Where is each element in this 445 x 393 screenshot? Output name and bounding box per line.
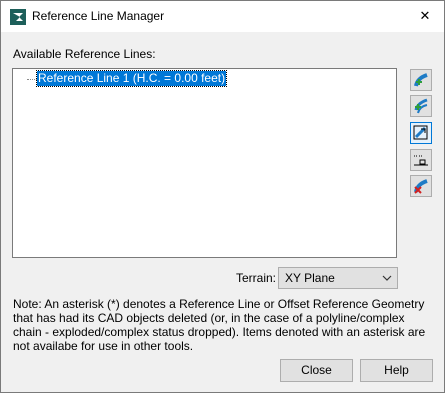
edit-reference-line-icon <box>413 125 428 140</box>
reference-lines-list[interactable]: Reference Line 1 (H.C. = 0.00 feet) <box>12 68 397 258</box>
list-item[interactable]: Reference Line 1 (H.C. = 0.00 feet) <box>35 70 228 87</box>
delete-reference-line-icon <box>414 179 428 194</box>
close-button[interactable]: Close <box>280 359 353 382</box>
asterisk-note: Note: An asterisk (*) denotes a Referenc… <box>13 297 426 353</box>
window-title: Reference Line Manager <box>32 9 165 23</box>
add-reference-line-button[interactable] <box>410 69 432 91</box>
add-reference-line-icon <box>414 73 428 87</box>
reference-line-properties-icon <box>414 155 428 166</box>
edit-reference-line-button[interactable] <box>410 122 432 144</box>
available-lines-label: Available Reference Lines: <box>13 47 156 61</box>
add-offset-reference-icon <box>414 98 428 114</box>
help-button[interactable]: Help <box>360 359 433 382</box>
terrain-selected-value: XY Plane <box>285 271 335 285</box>
title-bar: Reference Line Manager ✕ <box>1 1 444 32</box>
reference-line-manager-dialog: Reference Line Manager ✕ Available Refer… <box>0 0 445 393</box>
tree-connector <box>27 79 37 80</box>
close-window-button[interactable]: ✕ <box>412 4 438 28</box>
chevron-down-icon <box>382 275 392 281</box>
delete-reference-line-button[interactable] <box>410 175 432 197</box>
reference-line-properties-button[interactable] <box>410 149 432 171</box>
terrain-select[interactable]: XY Plane <box>278 267 398 289</box>
app-logo-icon <box>10 9 26 25</box>
terrain-label: Terrain: <box>236 271 277 285</box>
close-icon: ✕ <box>419 8 431 23</box>
add-offset-reference-button[interactable] <box>410 95 432 117</box>
